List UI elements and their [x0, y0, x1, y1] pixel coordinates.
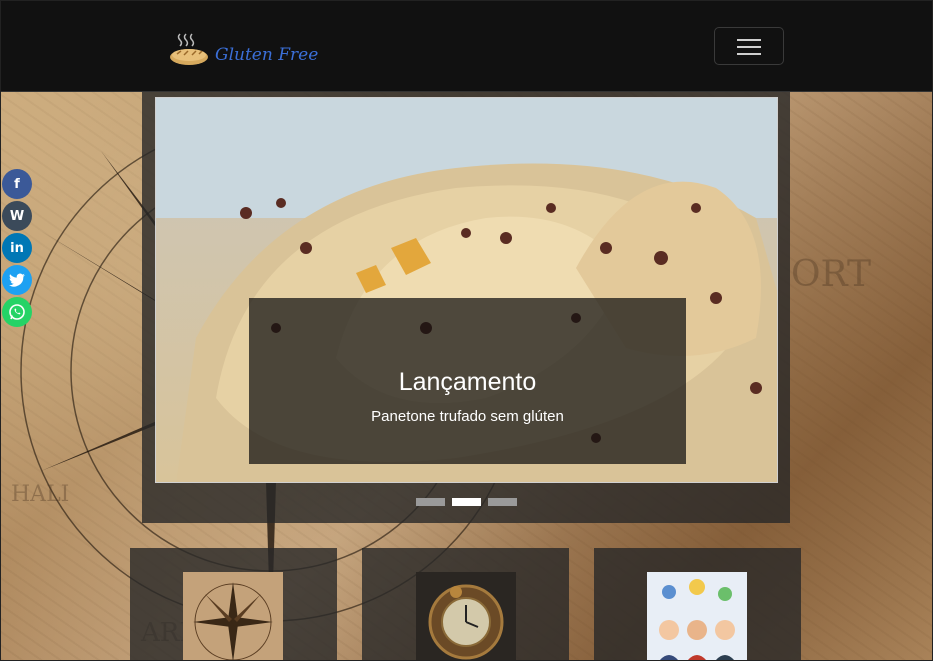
page-frame: Gluten Free ORT HALI ARF f: [0, 0, 933, 661]
facebook-icon: f: [14, 176, 20, 192]
wordpress-icon: W: [9, 208, 25, 224]
carousel-indicator-1[interactable]: [416, 498, 445, 506]
social-share-bar: f W in: [2, 169, 34, 329]
whatsapp-icon: [9, 304, 25, 320]
feature-card-1: [130, 548, 337, 661]
svg-text:ORT: ORT: [791, 254, 871, 295]
caption-title: Lançamento: [398, 368, 537, 396]
linkedin-icon: in: [10, 240, 24, 256]
carousel-indicator-2[interactable]: [452, 498, 481, 506]
carousel-caption: Lançamento Panetone trufado sem glúten: [249, 298, 686, 464]
steampunk-clock-image[interactable]: [416, 572, 516, 661]
compass-rose-image[interactable]: [183, 572, 283, 661]
feature-card-3: [594, 548, 801, 661]
caption-text: Panetone trufado sem glúten: [371, 408, 564, 425]
carousel: Lançamento Panetone trufado sem glúten: [142, 92, 790, 523]
facebook-share-button[interactable]: f: [2, 169, 32, 199]
svg-text:HALI: HALI: [11, 482, 69, 507]
support-team-image[interactable]: [647, 572, 747, 661]
feature-card-2: [362, 548, 569, 661]
whatsapp-share-button[interactable]: [2, 297, 32, 327]
twitter-icon: [9, 273, 25, 287]
linkedin-share-button[interactable]: in: [2, 233, 32, 263]
carousel-indicators: [416, 498, 517, 506]
twitter-share-button[interactable]: [2, 265, 32, 295]
wordpress-share-button[interactable]: W: [2, 201, 32, 231]
carousel-indicator-3[interactable]: [488, 498, 517, 506]
carousel-slide[interactable]: Lançamento Panetone trufado sem glúten: [155, 97, 778, 483]
